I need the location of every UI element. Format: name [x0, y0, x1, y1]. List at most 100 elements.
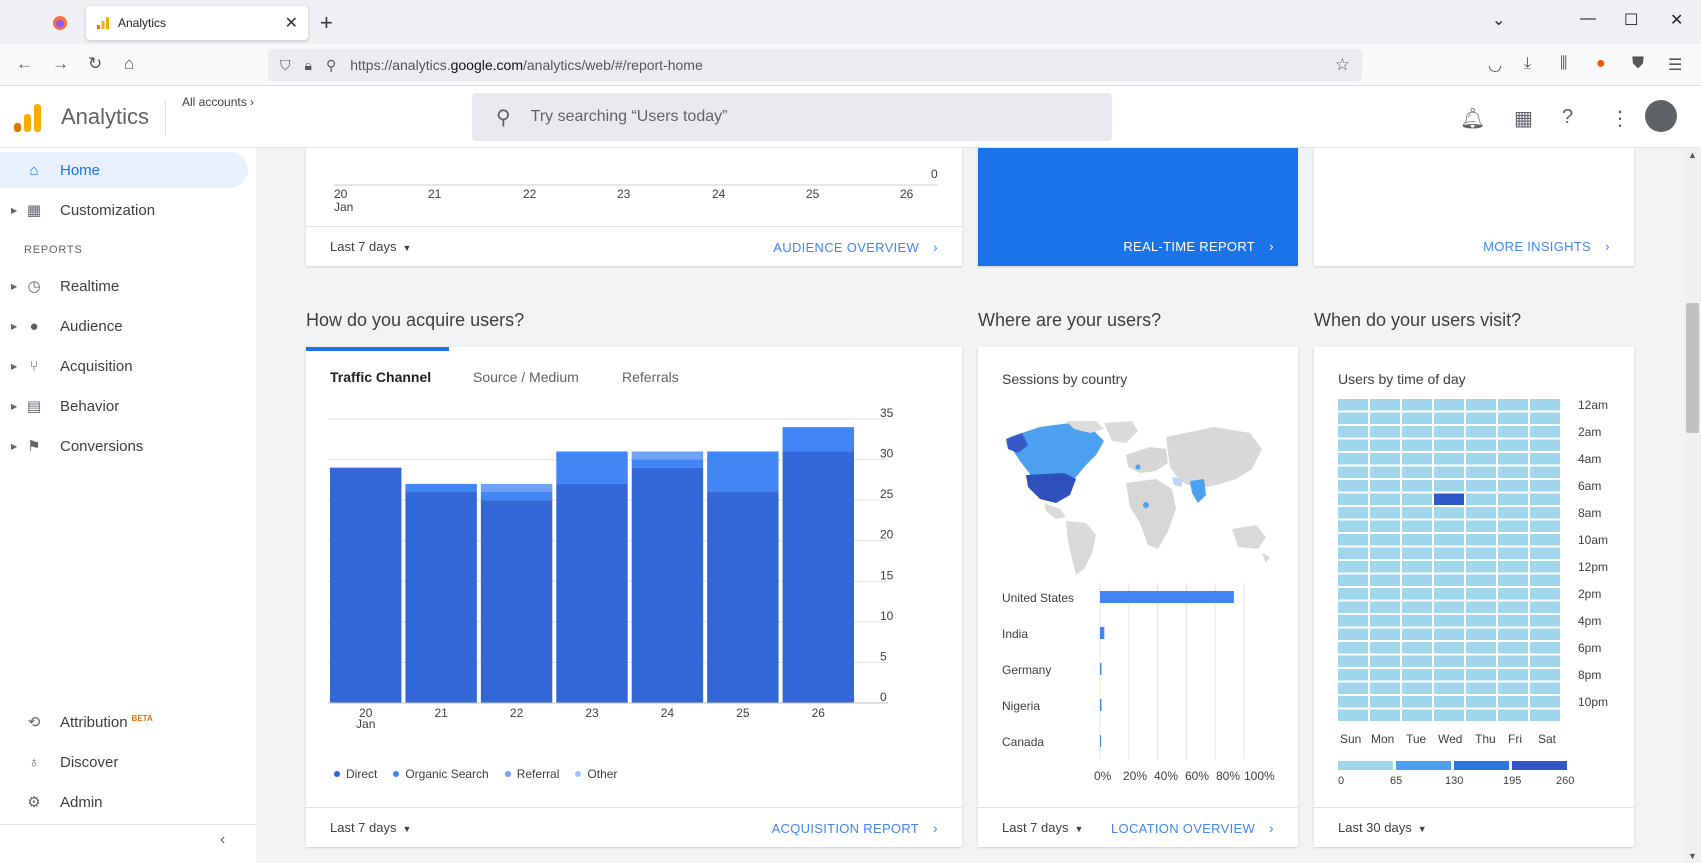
bar-segment-direct[interactable]: [707, 492, 779, 703]
browser-tab[interactable]: Analytics ✕: [86, 6, 308, 40]
heatmap-cell[interactable]: [1402, 615, 1432, 627]
heatmap-cell[interactable]: [1498, 493, 1528, 506]
heatmap-cell[interactable]: [1466, 453, 1496, 465]
heatmap-cell[interactable]: [1466, 547, 1496, 560]
avatar[interactable]: [1645, 100, 1677, 132]
world-map[interactable]: [1000, 419, 1276, 577]
expand-arrow-icon[interactable]: ▶: [11, 206, 17, 215]
heatmap-cell[interactable]: [1466, 696, 1496, 708]
heatmap-cell[interactable]: [1466, 601, 1496, 614]
heatmap-cell[interactable]: [1370, 601, 1400, 614]
heatmap-cell[interactable]: [1434, 507, 1464, 519]
heatmap-cell[interactable]: [1402, 466, 1432, 479]
heatmap-cell[interactable]: [1434, 655, 1464, 668]
heatmap-cell[interactable]: [1530, 628, 1560, 641]
heatmap-cell[interactable]: [1402, 507, 1432, 519]
heatmap-cell[interactable]: [1530, 669, 1560, 681]
expand-arrow-icon[interactable]: ▶: [11, 402, 17, 411]
heatmap-cell[interactable]: [1402, 412, 1432, 425]
firefox-icon[interactable]: [42, 8, 78, 38]
collapse-sidebar-icon[interactable]: ‹: [220, 831, 225, 849]
heatmap-cell[interactable]: [1530, 574, 1560, 587]
legend-item-referral[interactable]: Referral: [504, 767, 559, 781]
heatmap-cell[interactable]: [1530, 507, 1560, 519]
expand-arrow-icon[interactable]: ▶: [11, 362, 17, 371]
heatmap-cell[interactable]: [1530, 534, 1560, 546]
heatmap-cell[interactable]: [1370, 547, 1400, 560]
heatmap-cell[interactable]: [1530, 615, 1560, 627]
heatmap-cell[interactable]: [1498, 709, 1528, 722]
date-range-dropdown[interactable]: Last 30 days ▼: [1338, 820, 1427, 835]
heatmap-cell[interactable]: [1338, 669, 1368, 681]
heatmap-cell[interactable]: [1434, 412, 1464, 425]
time-of-day-heatmap[interactable]: [1338, 399, 1570, 723]
heatmap-cell[interactable]: [1402, 480, 1432, 492]
heatmap-cell[interactable]: [1338, 399, 1368, 411]
heatmap-cell[interactable]: [1530, 682, 1560, 695]
heatmap-cell[interactable]: [1498, 466, 1528, 479]
analytics-logo-icon[interactable]: [14, 102, 42, 132]
heatmap-cell[interactable]: [1338, 453, 1368, 465]
heatmap-cell[interactable]: [1434, 682, 1464, 695]
heatmap-cell[interactable]: [1434, 574, 1464, 587]
sidebar-item-realtime[interactable]: ▶ ◷ Realtime: [0, 268, 248, 304]
heatmap-cell[interactable]: [1370, 399, 1400, 411]
heatmap-cell[interactable]: [1434, 628, 1464, 641]
heatmap-cell[interactable]: [1530, 588, 1560, 600]
tab-source-medium[interactable]: Source / Medium: [473, 369, 579, 385]
heatmap-cell[interactable]: [1370, 574, 1400, 587]
heatmap-cell[interactable]: [1466, 399, 1496, 411]
heatmap-cell[interactable]: [1498, 480, 1528, 492]
heatmap-cell[interactable]: [1466, 642, 1496, 654]
heatmap-cell[interactable]: [1370, 426, 1400, 438]
heatmap-cell[interactable]: [1370, 534, 1400, 546]
notifications-bell-icon[interactable]: 🔔︎: [1460, 106, 1485, 131]
bar-segment-organic-search[interactable]: [631, 459, 704, 468]
heatmap-cell[interactable]: [1402, 520, 1432, 533]
heatmap-cell[interactable]: [1434, 561, 1464, 573]
heatmap-cell[interactable]: [1466, 534, 1496, 546]
heatmap-cell[interactable]: [1434, 453, 1464, 465]
heatmap-cell[interactable]: [1402, 709, 1432, 722]
duckduckgo-icon[interactable]: ●: [1596, 55, 1606, 73]
shield-icon[interactable]: ⛉: [280, 57, 291, 74]
heatmap-cell[interactable]: [1338, 493, 1368, 506]
new-tab-icon[interactable]: +: [320, 10, 333, 36]
heatmap-cell[interactable]: [1530, 561, 1560, 573]
heatmap-cell[interactable]: [1498, 453, 1528, 465]
heatmap-cell[interactable]: [1402, 655, 1432, 668]
heatmap-cell[interactable]: [1338, 696, 1368, 708]
heatmap-cell[interactable]: [1498, 696, 1528, 708]
country-bar[interactable]: [1100, 627, 1105, 639]
heatmap-cell[interactable]: [1402, 453, 1432, 465]
all-accounts-link[interactable]: All accounts ›: [182, 95, 254, 109]
heatmap-cell[interactable]: [1466, 628, 1496, 641]
heatmap-cell[interactable]: [1370, 466, 1400, 479]
heatmap-cell[interactable]: [1530, 480, 1560, 492]
heatmap-cell[interactable]: [1434, 480, 1464, 492]
heatmap-cell[interactable]: [1498, 507, 1528, 519]
heatmap-cell[interactable]: [1530, 696, 1560, 708]
heatmap-cell[interactable]: [1370, 493, 1400, 506]
heatmap-cell[interactable]: [1498, 574, 1528, 587]
more-insights-link[interactable]: MORE INSIGHTS ›: [1483, 238, 1610, 254]
home-browser-icon[interactable]: ⌂: [124, 54, 134, 74]
heatmap-cell[interactable]: [1370, 655, 1400, 668]
heatmap-cell[interactable]: [1530, 412, 1560, 425]
heatmap-cell[interactable]: [1530, 601, 1560, 614]
page-scrollbar[interactable]: ▲ ▼: [1684, 148, 1701, 863]
heatmap-cell[interactable]: [1370, 439, 1400, 452]
heatmap-cell[interactable]: [1402, 574, 1432, 587]
heatmap-cell[interactable]: [1338, 588, 1368, 600]
heatmap-cell[interactable]: [1402, 426, 1432, 438]
heatmap-cell[interactable]: [1530, 709, 1560, 722]
heatmap-cell[interactable]: [1498, 669, 1528, 681]
heatmap-cell[interactable]: [1338, 709, 1368, 722]
country-bar[interactable]: [1100, 735, 1101, 747]
heatmap-cell[interactable]: [1402, 493, 1432, 506]
heatmap-cell[interactable]: [1434, 547, 1464, 560]
heatmap-cell[interactable]: [1498, 534, 1528, 546]
heatmap-cell[interactable]: [1530, 547, 1560, 560]
heatmap-cell[interactable]: [1338, 439, 1368, 452]
heatmap-cell[interactable]: [1402, 399, 1432, 411]
